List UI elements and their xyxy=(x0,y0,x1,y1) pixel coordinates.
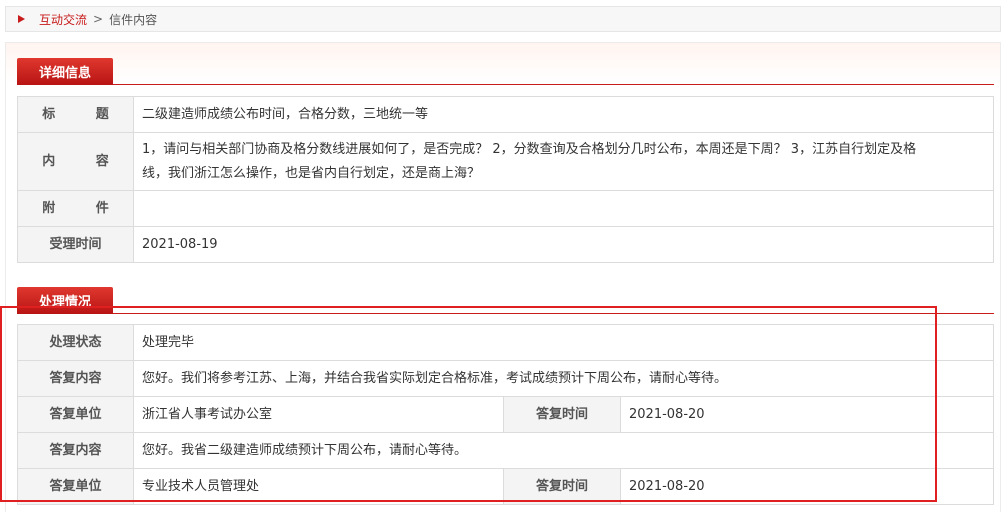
content-line-1: 1，请问与相关部门协商及格分数线进展如何了，是否完成？ 2，分数查询及合格划分几… xyxy=(142,141,917,157)
handling-table: 处理状态 处理完毕 答复内容 您好。我们将参考江苏、上海，并结合我省实际划定合格… xyxy=(17,324,994,505)
title-label: 标 题 xyxy=(17,96,134,133)
handling-section-header: 处理情况 xyxy=(17,287,994,314)
handling-section-tab: 处理情况 xyxy=(17,287,113,314)
reply-unit-label: 答复单位 xyxy=(17,468,134,505)
table-row: 答复内容 您好。我省二级建造师成绩预计下周公布，请耐心等待。 xyxy=(17,432,994,469)
triangle-right-icon xyxy=(18,15,25,23)
reply-time-label: 答复时间 xyxy=(503,396,621,433)
attachment-value xyxy=(133,190,994,227)
table-row: 答复单位 浙江省人事考试办公室 答复时间 2021-08-20 xyxy=(17,396,994,433)
status-label: 处理状态 xyxy=(17,324,134,361)
content-value: 1，请问与相关部门协商及格分数线进展如何了，是否完成？ 2，分数查询及合格划分几… xyxy=(133,132,994,191)
attachment-label: 附 件 xyxy=(17,190,134,227)
reply-content-value: 您好。我省二级建造师成绩预计下周公布，请耐心等待。 xyxy=(133,432,994,469)
table-row: 标 题 二级建造师成绩公布时间，合格分数，三地统一等 xyxy=(17,96,994,133)
status-value: 处理完毕 xyxy=(133,324,994,361)
received-date-label: 受理时间 xyxy=(17,226,134,263)
breadcrumb: 互动交流 > 信件内容 xyxy=(5,6,1001,32)
detail-section-header: 详细信息 xyxy=(17,58,994,85)
content-line-2: 线，我们浙江怎么操作，也是省内自行划定，还是商上海？ xyxy=(142,165,481,181)
reply-content-value: 您好。我们将参考江苏、上海，并结合我省实际划定合格标准，考试成绩预计下周公布，请… xyxy=(133,360,994,397)
reply-content-label: 答复内容 xyxy=(17,432,134,469)
table-row: 内 容 1，请问与相关部门协商及格分数线进展如何了，是否完成？ 2，分数查询及合… xyxy=(17,132,994,191)
reply-time-value: 2021-08-20 xyxy=(620,468,994,505)
breadcrumb-separator: > xyxy=(93,12,104,26)
received-date-value: 2021-08-19 xyxy=(133,226,994,263)
table-row: 处理状态 处理完毕 xyxy=(17,324,994,361)
reply-unit-value: 浙江省人事考试办公室 xyxy=(133,396,504,433)
table-row: 附 件 xyxy=(17,190,994,227)
table-row: 答复单位 专业技术人员管理处 答复时间 2021-08-20 xyxy=(17,468,994,505)
table-row: 答复内容 您好。我们将参考江苏、上海，并结合我省实际划定合格标准，考试成绩预计下… xyxy=(17,360,994,397)
breadcrumb-link-interaction[interactable]: 互动交流 xyxy=(39,11,87,28)
breadcrumb-current: 信件内容 xyxy=(109,12,158,27)
letter-panel: 详细信息 标 题 二级建造师成绩公布时间，合格分数，三地统一等 内 容 1，请问… xyxy=(5,42,1001,512)
content-label: 内 容 xyxy=(17,132,134,191)
reply-time-label: 答复时间 xyxy=(503,468,621,505)
detail-table: 标 题 二级建造师成绩公布时间，合格分数，三地统一等 内 容 1，请问与相关部门… xyxy=(17,96,994,263)
detail-section-tab: 详细信息 xyxy=(17,58,113,85)
reply-time-value: 2021-08-20 xyxy=(620,396,994,433)
reply-unit-value: 专业技术人员管理处 xyxy=(133,468,504,505)
title-value: 二级建造师成绩公布时间，合格分数，三地统一等 xyxy=(133,96,994,133)
table-row: 受理时间 2021-08-19 xyxy=(17,226,994,263)
reply-content-label: 答复内容 xyxy=(17,360,134,397)
reply-unit-label: 答复单位 xyxy=(17,396,134,433)
